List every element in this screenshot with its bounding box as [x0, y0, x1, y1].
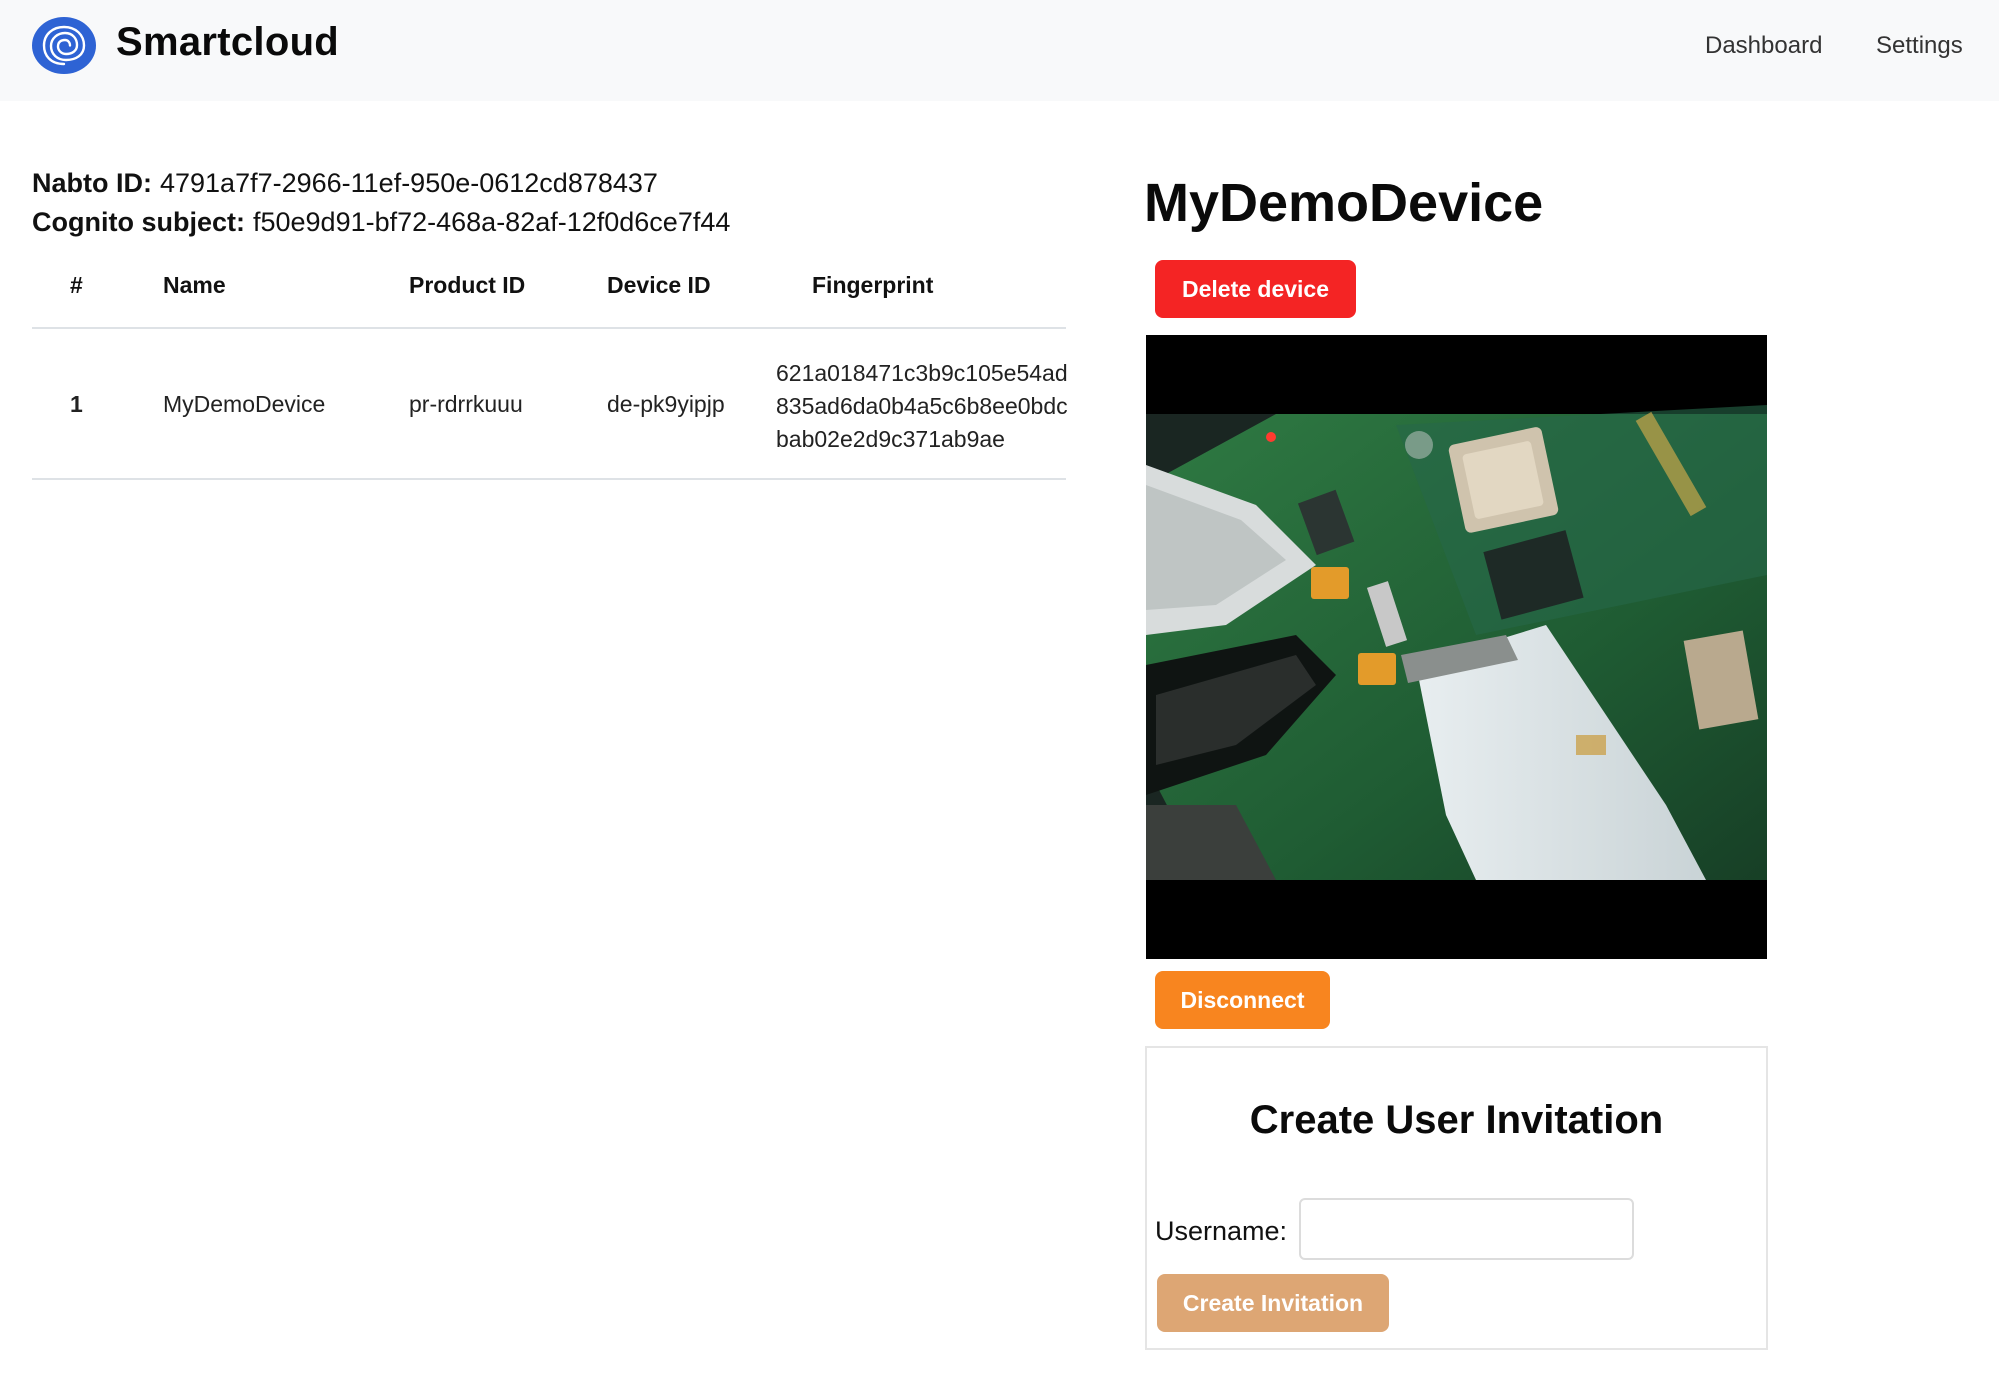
table-row[interactable]: 1 MyDemoDevice pr-rdrrkuuu de-pk9yipjp 6… [32, 329, 1068, 480]
cognito-subject-value: f50e9d91-bf72-468a-82af-12f0d6ce7f44 [252, 207, 731, 237]
brand-name[interactable]: Smartcloud [116, 20, 339, 65]
camera-video-feed[interactable] [1146, 335, 1767, 959]
column-header-number: # [70, 272, 83, 298]
nav-settings-link[interactable]: Settings [1876, 32, 1963, 60]
username-input[interactable] [1299, 1198, 1634, 1260]
column-header-name: Name [163, 272, 226, 298]
nabto-id-value: 4791a7f7-2966-11ef-950e-0612cd878437 [159, 168, 658, 198]
cognito-subject-label: Cognito subject: [32, 207, 245, 237]
nabto-id-label: Nabto ID: [32, 168, 152, 198]
cell-fingerprint: 621a018471c3b9c105e54ad835ad6da0b4a5c6b8… [776, 360, 1068, 452]
create-invitation-button[interactable]: Create Invitation [1157, 1274, 1389, 1332]
device-title: MyDemoDevice [1144, 173, 1544, 233]
delete-device-button[interactable]: Delete device [1155, 260, 1356, 318]
nabto-id-line: Nabto ID: 4791a7f7-2966-11ef-950e-0612cd8… [32, 168, 658, 199]
cell-name[interactable]: MyDemoDevice [163, 391, 325, 418]
column-header-product-id: Product ID [409, 272, 526, 298]
spiral-logo-icon[interactable] [32, 17, 96, 74]
cell-number: 1 [70, 391, 83, 417]
cell-product-id: pr-rdrrkuuu [409, 391, 523, 417]
nav-dashboard-link[interactable]: Dashboard [1705, 32, 1822, 60]
table-header-row: # Name Product ID Device ID Fingerprint [32, 258, 1066, 329]
cognito-subject-line: Cognito subject: f50e9d91-bf72-468a-82af-… [32, 207, 730, 238]
top-navbar: Smartcloud Dashboard Settings [0, 0, 1999, 101]
invitation-title: Create User Invitation [1249, 1098, 1664, 1142]
username-label: Username: [1155, 1216, 1288, 1246]
column-header-fingerprint: Fingerprint [812, 272, 934, 298]
disconnect-button[interactable]: Disconnect [1155, 971, 1330, 1029]
camera-frame-image [1146, 405, 1767, 880]
column-header-device-id: Device ID [607, 272, 711, 298]
cell-device-id: de-pk9yipjp [607, 391, 725, 417]
devices-table: # Name Product ID Device ID Fingerprint … [32, 258, 1068, 480]
